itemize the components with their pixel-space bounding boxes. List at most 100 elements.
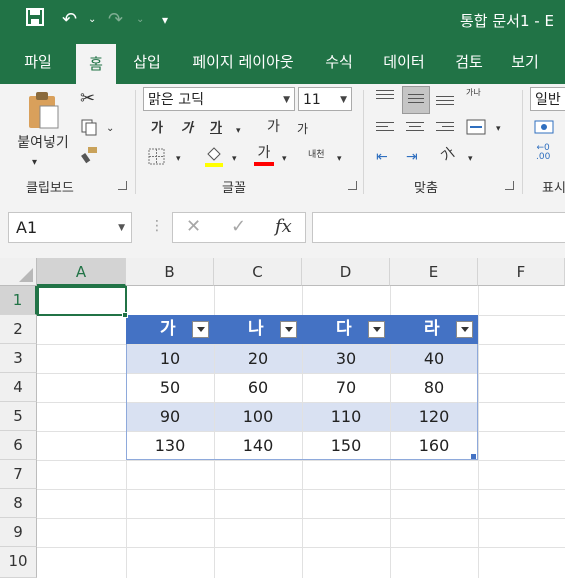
decrease-indent-icon[interactable]: ⇤ <box>376 148 388 166</box>
filter-dropdown-icon[interactable] <box>456 321 473 338</box>
merge-center-icon[interactable] <box>466 118 486 142</box>
undo-dropdown-icon[interactable]: ⌄ <box>88 8 96 32</box>
row-header-2[interactable]: 2 <box>0 315 37 344</box>
table-cell[interactable]: 80 <box>390 373 478 402</box>
borders-icon[interactable] <box>148 148 165 171</box>
undo-icon[interactable]: ↶ <box>62 8 77 32</box>
select-all-button[interactable] <box>0 258 37 286</box>
row-header-5[interactable]: 5 <box>0 402 37 431</box>
align-center-icon[interactable] <box>406 122 424 134</box>
table-header-cell[interactable]: 가 <box>126 315 214 344</box>
column-header-c[interactable]: C <box>214 258 302 286</box>
column-header-a[interactable]: A <box>37 258 126 286</box>
active-cell[interactable] <box>37 286 127 316</box>
paste-button[interactable]: 붙여넣기 <box>8 134 78 152</box>
table-cell[interactable]: 150 <box>302 431 390 460</box>
cut-icon[interactable]: ✂ <box>80 90 95 108</box>
tab-file[interactable]: 파일 <box>10 42 66 84</box>
table-cell[interactable]: 30 <box>302 344 390 373</box>
row-header-3[interactable]: 3 <box>0 344 37 373</box>
tab-data[interactable]: 데이터 <box>374 42 434 84</box>
increase-decimal-icon[interactable]: ←0.00 <box>536 144 550 162</box>
tab-home[interactable]: 홈 <box>76 44 116 84</box>
tab-page-layout[interactable]: 페이지 레이아웃 <box>180 42 306 84</box>
align-left-icon[interactable] <box>376 122 394 134</box>
paste-icon[interactable] <box>26 90 60 136</box>
align-right-icon[interactable] <box>436 122 454 134</box>
font-name-select[interactable]: 맑은 고딕 ▼ <box>143 87 295 111</box>
table-cell[interactable]: 90 <box>126 402 214 431</box>
formula-bar-grip-icon[interactable]: ⋮ <box>150 218 164 234</box>
row-header-4[interactable]: 4 <box>0 373 37 402</box>
table-cell[interactable]: 160 <box>390 431 478 460</box>
alignment-launcher-icon[interactable] <box>505 181 514 190</box>
underline-dropdown-icon[interactable]: ▾ <box>236 122 241 140</box>
worksheet-grid[interactable]: A B C D E F 1 2 3 4 5 6 7 8 9 10 가 나 다 라 <box>0 258 565 578</box>
row-header-6[interactable]: 6 <box>0 431 37 460</box>
filter-dropdown-icon[interactable] <box>368 321 385 338</box>
merge-dropdown-icon[interactable]: ▾ <box>496 120 501 138</box>
font-size-dropdown-icon[interactable]: ▼ <box>340 88 347 112</box>
font-size-select[interactable]: 11 ▼ <box>298 87 352 111</box>
filter-dropdown-icon[interactable] <box>192 321 209 338</box>
column-header-b[interactable]: B <box>126 258 214 286</box>
customize-quick-access-icon[interactable]: ▾ <box>162 8 168 32</box>
save-icon[interactable] <box>26 8 44 33</box>
column-header-d[interactable]: D <box>302 258 390 286</box>
italic-button[interactable]: 가 <box>181 120 193 138</box>
column-header-e[interactable]: E <box>390 258 478 286</box>
table-cell[interactable]: 40 <box>390 344 478 373</box>
table-resize-handle[interactable] <box>471 454 476 459</box>
row-header-7[interactable]: 7 <box>0 460 37 489</box>
filter-dropdown-icon[interactable] <box>280 321 297 338</box>
table-cell[interactable]: 130 <box>126 431 214 460</box>
align-top-icon[interactable] <box>376 90 394 102</box>
table-cell[interactable]: 110 <box>302 402 390 431</box>
clipboard-launcher-icon[interactable] <box>118 181 127 190</box>
table-header-cell[interactable]: 나 <box>214 315 302 344</box>
fill-color-dropdown-icon[interactable]: ▾ <box>232 150 237 168</box>
accounting-format-icon[interactable] <box>534 118 554 142</box>
table-cell[interactable]: 70 <box>302 373 390 402</box>
row-header-8[interactable]: 8 <box>0 489 37 518</box>
align-middle-icon[interactable] <box>402 86 430 114</box>
shrink-font-button[interactable]: 가 <box>297 120 308 138</box>
row-header-9[interactable]: 9 <box>0 518 37 547</box>
tab-review[interactable]: 검토 <box>446 42 492 84</box>
copy-icon[interactable] <box>80 118 98 142</box>
font-name-dropdown-icon[interactable]: ▼ <box>283 88 290 112</box>
insert-function-icon[interactable]: fx <box>275 216 292 237</box>
table-header-cell[interactable]: 다 <box>302 315 390 344</box>
orientation-dropdown-icon[interactable]: ▾ <box>468 150 473 168</box>
table-cell[interactable]: 50 <box>126 373 214 402</box>
format-painter-icon[interactable] <box>80 146 98 170</box>
phonetic-dropdown-icon[interactable]: ▾ <box>337 150 342 168</box>
tab-formulas[interactable]: 수식 <box>316 42 362 84</box>
align-bottom-icon[interactable] <box>436 96 454 108</box>
name-box[interactable]: A1 ▼ <box>8 212 132 243</box>
table-cell[interactable]: 20 <box>214 344 302 373</box>
bold-button[interactable]: 가 <box>151 120 163 138</box>
tab-view[interactable]: 보기 <box>502 42 548 84</box>
table-cell[interactable]: 120 <box>390 402 478 431</box>
number-format-select[interactable]: 일반 <box>530 87 565 111</box>
wrap-text-button[interactable]: 가나 <box>466 88 481 98</box>
table-cell[interactable]: 140 <box>214 431 302 460</box>
font-color-button[interactable]: 가 <box>254 144 274 166</box>
table-cell[interactable]: 60 <box>214 373 302 402</box>
table-cell[interactable]: 100 <box>214 402 302 431</box>
row-header-1[interactable]: 1 <box>0 286 37 315</box>
table-header-cell[interactable]: 라 <box>390 315 478 344</box>
table-cell[interactable]: 10 <box>126 344 214 373</box>
orientation-button[interactable]: 가 <box>438 144 459 166</box>
column-header-f[interactable]: F <box>478 258 565 286</box>
tab-insert[interactable]: 삽입 <box>124 42 170 84</box>
row-header-10[interactable]: 10 <box>0 547 37 578</box>
fill-handle[interactable] <box>122 312 128 318</box>
phonetic-guide-button[interactable]: 내천 <box>308 146 325 164</box>
paste-dropdown-icon[interactable]: ▾ <box>32 154 37 172</box>
grow-font-button[interactable]: 가 <box>267 118 280 136</box>
copy-dropdown-icon[interactable]: ⌄ <box>106 120 114 138</box>
fill-color-icon[interactable] <box>204 146 224 174</box>
increase-indent-icon[interactable]: ⇥ <box>406 148 418 166</box>
